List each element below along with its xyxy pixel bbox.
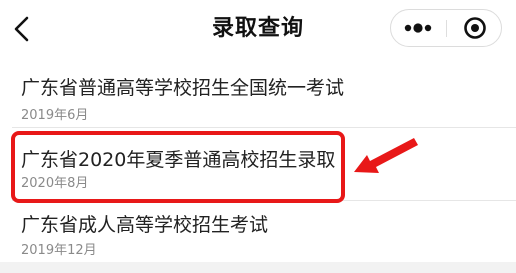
close-button[interactable] <box>447 10 502 46</box>
item-title: 广东省成人高等学校招生考试 <box>21 214 269 236</box>
list-item[interactable]: 广东省2020年夏季普通高校招生录取 2020年8月 <box>0 128 516 200</box>
mini-program-capsule <box>390 9 502 47</box>
item-date: 2019年6月 <box>21 108 89 123</box>
item-date: 2019年12月 <box>21 243 97 258</box>
item-date: 2020年8月 <box>21 176 89 191</box>
bottom-shade <box>0 262 516 273</box>
list-item[interactable]: 广东省成人高等学校招生考试 2019年12月 <box>0 201 516 262</box>
list-item[interactable]: 广东省普通高等学校招生全国统一考试 2019年6月 <box>0 60 516 127</box>
chevron-left-icon <box>14 16 29 42</box>
more-button[interactable] <box>391 10 446 46</box>
navigation-bar: 录取查询 <box>0 0 516 60</box>
item-title: 广东省普通高等学校招生全国统一考试 <box>21 77 345 99</box>
item-title: 广东省2020年夏季普通高校招生录取 <box>21 149 336 171</box>
target-circle-icon <box>464 17 486 39</box>
back-button[interactable] <box>6 12 40 46</box>
more-dots-icon <box>404 23 432 33</box>
